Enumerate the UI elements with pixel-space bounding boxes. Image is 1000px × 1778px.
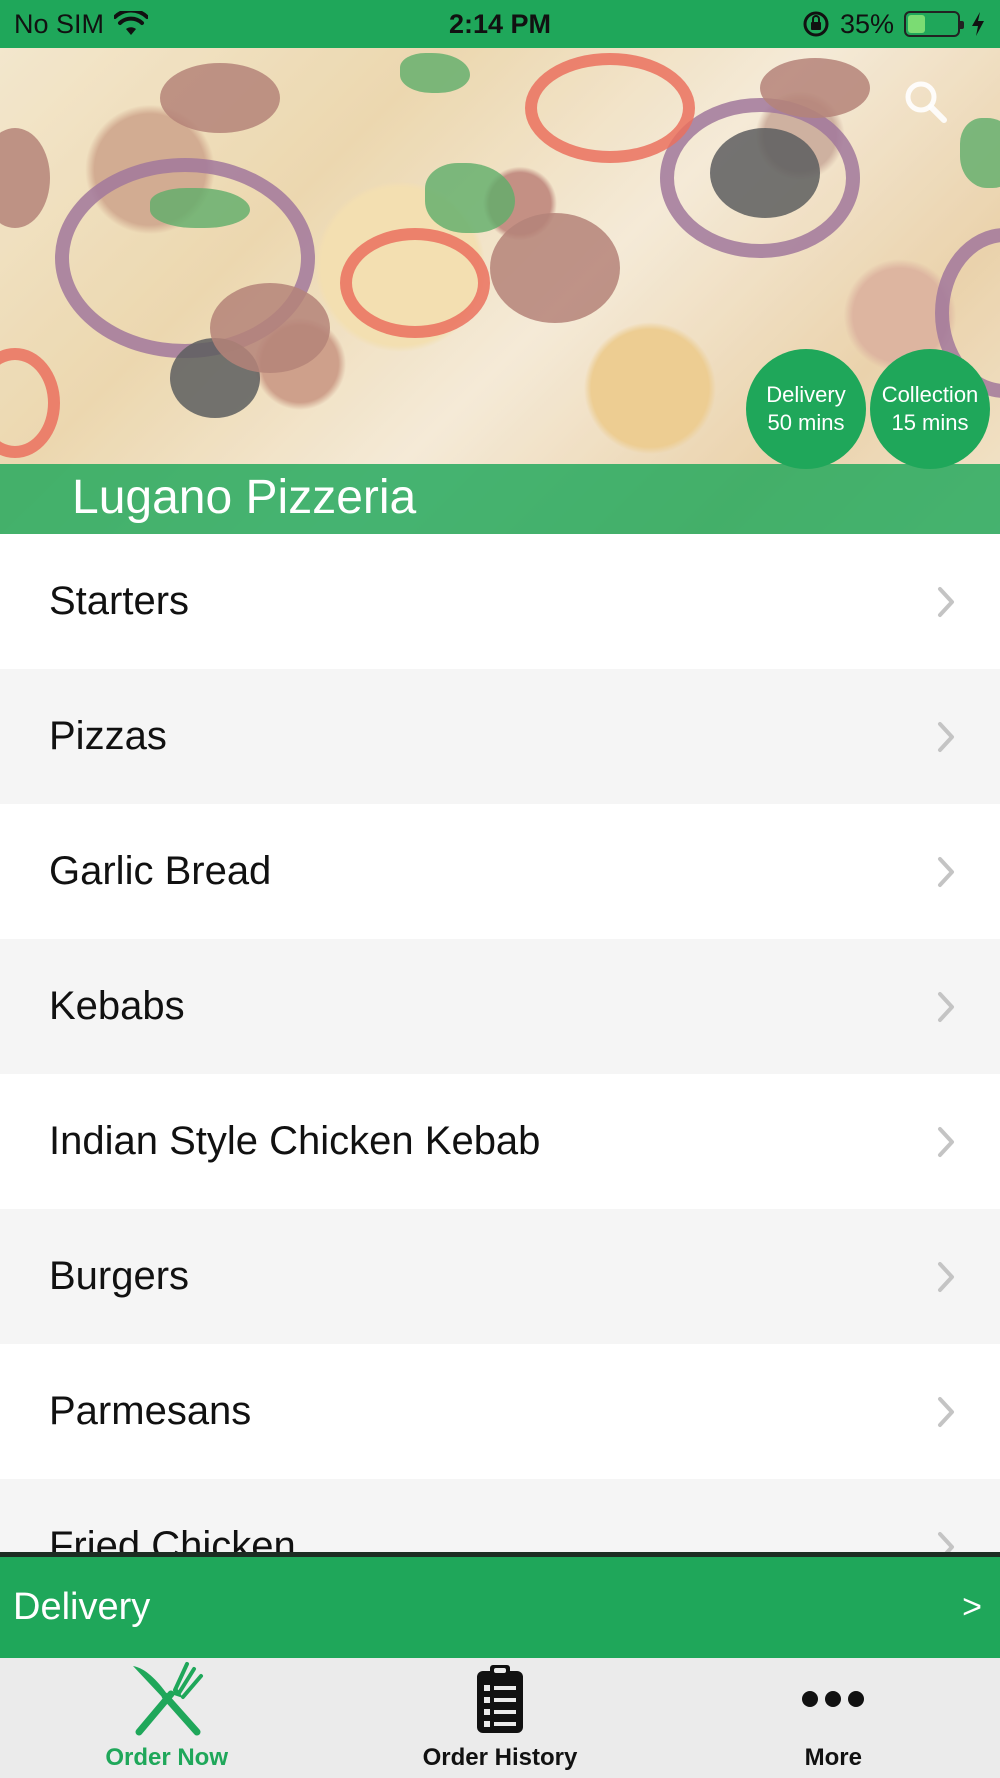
menu-category-label: Indian Style Chicken Kebab xyxy=(49,1119,541,1163)
collection-badge-time: 15 mins xyxy=(891,410,969,435)
delivery-mode-bar[interactable]: Delivery > xyxy=(0,1552,1000,1658)
hero-banner: Lugano Pizzeria Delivery 50 mins Collect… xyxy=(0,48,1000,534)
battery-percent: 35% xyxy=(839,8,894,39)
menu-category-parmesans[interactable]: Parmesans xyxy=(0,1344,1000,1479)
delivery-mode-label: Delivery xyxy=(13,1586,151,1628)
menu-category-garlic-bread[interactable]: Garlic Bread xyxy=(0,804,1000,939)
menu-category-label: Fried Chicken xyxy=(49,1524,296,1552)
tab-label: Order Now xyxy=(105,1744,228,1771)
tab-label: Order History xyxy=(422,1744,578,1771)
chevron-right-icon xyxy=(936,991,956,1023)
wifi-icon xyxy=(114,11,149,37)
menu-category-label: Kebabs xyxy=(49,984,185,1028)
battery-fill xyxy=(908,15,925,33)
tab-label: More xyxy=(804,1744,862,1771)
carrier-label: No SIM xyxy=(14,8,105,39)
battery-icon xyxy=(904,11,964,37)
menu-category-label: Burgers xyxy=(49,1254,190,1298)
chevron-right-icon xyxy=(936,721,956,753)
charging-bolt-icon xyxy=(970,11,986,37)
orientation-lock-icon xyxy=(802,10,830,38)
chevron-right-icon xyxy=(936,1261,956,1293)
collection-badge-label: Collection xyxy=(881,382,979,407)
menu-category-pizzas[interactable]: Pizzas xyxy=(0,669,1000,804)
chevron-right-icon xyxy=(936,586,956,618)
menu-category-label: Pizzas xyxy=(49,714,167,758)
clipboard-icon xyxy=(475,1660,525,1738)
chevron-right-icon xyxy=(936,1396,956,1428)
menu-category-fried-chicken[interactable]: Fried Chicken xyxy=(0,1479,1000,1552)
status-right: 35% xyxy=(802,9,986,40)
menu-category-kebabs[interactable]: Kebabs xyxy=(0,939,1000,1074)
tab-bar: Order Now Order History More xyxy=(0,1658,1000,1778)
delivery-badge-time: 50 mins xyxy=(767,410,845,435)
menu-category-starters[interactable]: Starters xyxy=(0,534,1000,669)
delivery-arrow: > xyxy=(962,1588,982,1626)
delivery-badge-label: Delivery xyxy=(766,382,846,407)
chevron-right-icon xyxy=(936,856,956,888)
search-icon[interactable] xyxy=(902,78,948,129)
menu-category-indian-style-chicken-kebab[interactable]: Indian Style Chicken Kebab xyxy=(0,1074,1000,1209)
chevron-right-icon xyxy=(936,1531,956,1552)
more-dots-icon xyxy=(801,1660,865,1738)
chevron-right-icon xyxy=(936,1126,956,1158)
tab-order-now[interactable]: Order Now xyxy=(0,1658,333,1778)
menu-category-burgers[interactable]: Burgers xyxy=(0,1209,1000,1344)
collection-time-badge: Collection 15 mins xyxy=(870,349,990,469)
hero-wash xyxy=(0,48,1000,534)
fork-knife-icon xyxy=(127,1660,207,1738)
menu-category-label: Starters xyxy=(49,579,190,623)
status-bar: No SIM 2:14 PM 35% xyxy=(0,0,1000,48)
tab-more[interactable]: More xyxy=(667,1658,1000,1778)
tab-order-history[interactable]: Order History xyxy=(333,1658,666,1778)
status-left: No SIM xyxy=(14,8,149,40)
restaurant-name: Lugano Pizzeria xyxy=(72,471,417,524)
menu-category-label: Garlic Bread xyxy=(49,849,272,893)
menu-category-label: Parmesans xyxy=(49,1389,252,1433)
delivery-time-badge: Delivery 50 mins xyxy=(746,349,866,469)
menu-category-list: Starters Pizzas Garlic Bread Kebabs Indi… xyxy=(0,534,1000,1552)
